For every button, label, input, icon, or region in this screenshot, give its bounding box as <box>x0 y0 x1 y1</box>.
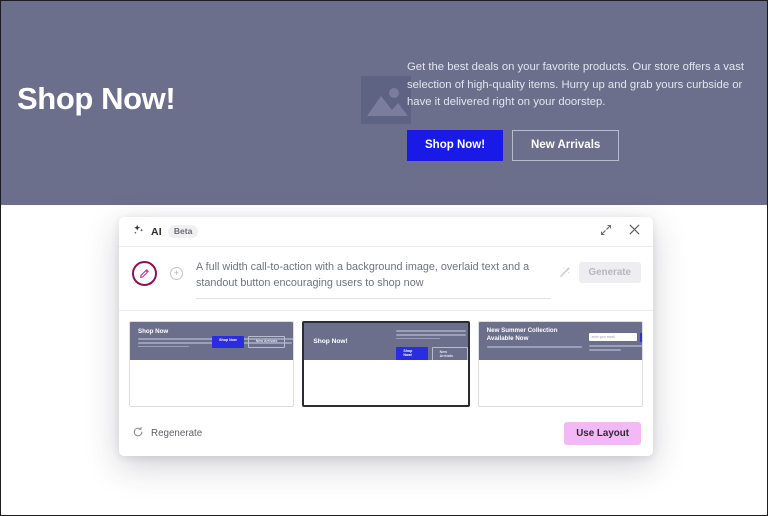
ai-panel-footer: Regenerate Use Layout <box>119 415 653 456</box>
layout-option-3-title: New Summer Collection Available Now <box>486 327 558 343</box>
layout-option-1-secondary-button: New Arrivals <box>247 336 286 348</box>
prompt-text: A full width call-to-action with a backg… <box>196 261 530 289</box>
layout-option-1-title: Shop Now <box>138 328 169 336</box>
layout-option-3-body-lines <box>486 346 582 350</box>
beta-badge: Beta <box>167 224 199 239</box>
ai-assistant-panel: AI Beta + A full width call-to-action wi… <box>119 217 653 457</box>
layout-option-2-blank-area <box>304 360 468 406</box>
layout-option-2[interactable]: Shop Now! Shop Now! New Arrivals <box>302 321 470 408</box>
ai-panel-header: AI Beta <box>119 217 653 247</box>
layout-option-1-buttons: Shop Now New Arrivals <box>212 336 286 348</box>
regenerate-button[interactable]: Regenerate <box>132 426 202 441</box>
magic-wand-icon[interactable] <box>559 265 571 283</box>
app-root: Shop Now! Get the best deals on your fav… <box>0 0 768 516</box>
collapse-diagonal-icon[interactable] <box>600 223 612 241</box>
layout-option-2-primary-button: Shop Now! <box>396 347 428 361</box>
hero-actions: Shop Now! New Arrivals <box>407 129 757 162</box>
prompt-input-field[interactable]: A full width call-to-action with a backg… <box>196 260 551 300</box>
layout-option-2-secondary-button: New Arrivals <box>431 347 468 361</box>
ai-panel-brand: AI Beta <box>132 223 199 241</box>
ai-prompt-row: + A full width call-to-action with a bac… <box>119 247 653 312</box>
layout-option-2-preview: Shop Now! Shop Now! New Arrivals <box>304 323 468 361</box>
layout-options-list: Shop Now Shop Now New Arrivals Shop Now!… <box>119 311 653 415</box>
ai-panel-controls <box>600 223 641 241</box>
new-arrivals-button[interactable]: New Arrivals <box>512 129 620 162</box>
shop-now-button[interactable]: Shop Now! <box>407 129 504 162</box>
regenerate-label: Regenerate <box>151 428 203 440</box>
close-icon[interactable] <box>628 223 641 241</box>
layout-option-2-title: Shop Now! <box>313 338 348 346</box>
layout-option-1-primary-button: Shop Now <box>212 336 244 348</box>
pencil-icon[interactable] <box>132 261 157 286</box>
sparkle-icon <box>132 223 145 241</box>
layout-option-3-subscribe-form: enter your email Subscribe <box>588 333 642 342</box>
page-title: Shop Now! <box>17 81 176 116</box>
plus-circle-icon[interactable]: + <box>170 267 183 280</box>
image-placeholder-icon <box>361 76 411 124</box>
refresh-icon <box>132 426 144 441</box>
generate-button[interactable]: Generate <box>578 262 641 283</box>
layout-option-3-email-input: enter your email <box>588 333 637 342</box>
layout-option-3-preview: New Summer Collection Available Now ente… <box>478 322 642 361</box>
hero-section: Shop Now! Get the best deals on your fav… <box>1 1 767 205</box>
hero-content: Get the best deals on your favorite prod… <box>407 59 757 162</box>
layout-option-1-blank-area <box>130 360 294 407</box>
layout-option-1[interactable]: Shop Now Shop Now New Arrivals <box>129 321 295 408</box>
ai-panel-title: AI <box>151 225 162 238</box>
layout-option-2-body-lines <box>396 330 467 341</box>
layout-option-2-buttons: Shop Now! New Arrivals <box>396 347 468 361</box>
use-layout-button[interactable]: Use Layout <box>564 422 641 446</box>
layout-option-3-subscribe-button: Subscribe <box>639 333 642 342</box>
hero-description: Get the best deals on your favorite prod… <box>407 61 744 108</box>
layout-option-3-blank-area <box>478 360 642 407</box>
layout-option-1-preview: Shop Now Shop Now New Arrivals <box>130 322 294 361</box>
layout-option-3-note-lines <box>588 345 642 353</box>
layout-option-3[interactable]: New Summer Collection Available Now ente… <box>477 321 643 408</box>
